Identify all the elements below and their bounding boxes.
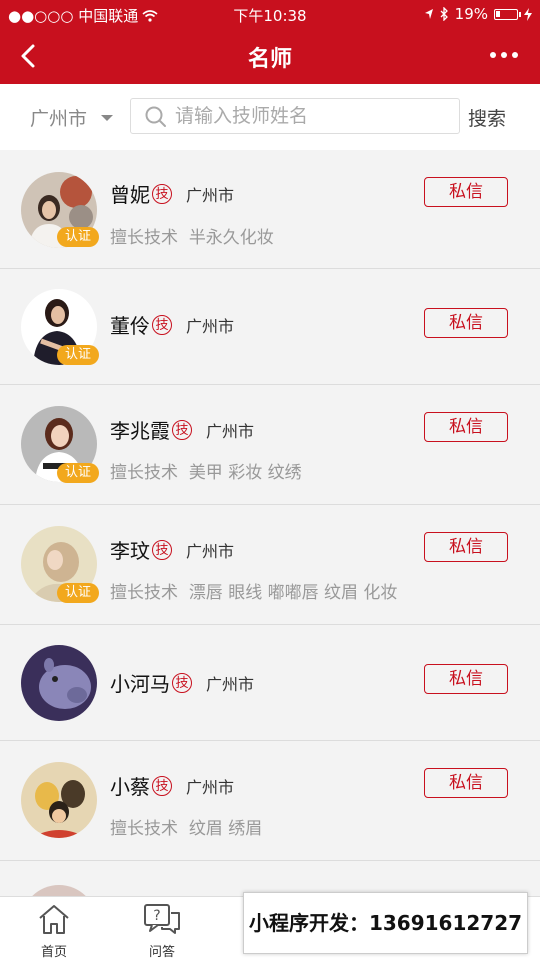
list-item[interactable]: 认证 曾妮 技 广州市 擅长技术 半永久化妆 私信 bbox=[0, 150, 540, 269]
tab-qa-label: 问答 bbox=[148, 945, 175, 960]
city-select[interactable]: 广州市 bbox=[30, 104, 114, 131]
master-city: 广州市 bbox=[186, 541, 235, 561]
tab-qa[interactable]: ? 问答 bbox=[132, 903, 192, 960]
name-line: 小河马 技 广州市 bbox=[110, 668, 254, 697]
battery-icon bbox=[494, 8, 521, 20]
more-button[interactable] bbox=[490, 52, 518, 58]
master-city: 广州市 bbox=[206, 421, 255, 441]
technician-badge: 技 bbox=[152, 775, 172, 796]
certified-badge: 认证 bbox=[57, 227, 99, 247]
status-right: 19% bbox=[424, 5, 532, 23]
page-title: 名师 bbox=[247, 47, 292, 72]
skills-values: 半永久化妆 bbox=[188, 228, 274, 248]
skills-values: 美甲 彩妆 纹绣 bbox=[188, 463, 302, 483]
message-button[interactable]: 私信 bbox=[424, 308, 508, 338]
skills-label: 擅长技术 bbox=[110, 583, 178, 603]
skills-values: 漂唇 眼线 嘟嘟唇 纹眉 化妆 bbox=[188, 583, 398, 603]
list-item[interactable]: 认证 李兆霞 技 广州市 擅长技术 美甲 彩妆 纹绣 私信 bbox=[0, 385, 540, 505]
technician-badge: 技 bbox=[152, 183, 172, 204]
bluetooth-icon bbox=[440, 7, 448, 21]
message-button[interactable]: 私信 bbox=[424, 412, 508, 442]
master-city: 广州市 bbox=[186, 316, 235, 336]
search-button[interactable]: 搜索 bbox=[468, 104, 506, 131]
avatar bbox=[21, 762, 97, 838]
certified-badge: 认证 bbox=[57, 463, 99, 483]
skills-line: 擅长技术 纹眉 绣眉 bbox=[110, 814, 262, 839]
technician-badge: 技 bbox=[172, 419, 192, 440]
home-icon bbox=[39, 905, 69, 934]
avatar-photo bbox=[21, 885, 97, 896]
qa-icon: ? bbox=[144, 904, 180, 934]
technician-badge: 技 bbox=[152, 539, 172, 560]
message-button[interactable]: 私信 bbox=[424, 532, 508, 562]
status-bar: ●●○○○ 中国联通 下午10:38 19% bbox=[0, 0, 540, 28]
certified-badge: 认证 bbox=[57, 345, 99, 365]
list-item[interactable]: 小河马 技 广州市 私信 bbox=[0, 625, 540, 741]
master-city: 广州市 bbox=[206, 674, 255, 694]
more-dot-icon bbox=[490, 52, 496, 58]
message-button[interactable]: 私信 bbox=[424, 664, 508, 694]
more-dot-icon bbox=[512, 52, 518, 58]
technician-badge: 技 bbox=[152, 314, 172, 335]
name-line: 董伶 技 广州市 bbox=[110, 310, 234, 339]
tab-home-label: 首页 bbox=[40, 945, 67, 960]
nav-bar: 名师 bbox=[0, 28, 540, 84]
master-name: 董伶 bbox=[110, 314, 150, 338]
list-item[interactable] bbox=[0, 861, 540, 896]
skills-line: 擅长技术 美甲 彩妆 纹绣 bbox=[110, 458, 302, 483]
search-field bbox=[130, 98, 460, 134]
list-item[interactable]: 小蔡 技 广州市 擅长技术 纹眉 绣眉 私信 bbox=[0, 741, 540, 861]
list-item[interactable]: 认证 董伶 技 广州市 私信 bbox=[0, 269, 540, 385]
avatar-photo bbox=[21, 762, 97, 838]
message-button[interactable]: 私信 bbox=[424, 177, 508, 207]
master-name: 小蔡 bbox=[110, 775, 150, 799]
avatar bbox=[21, 645, 97, 721]
skills-line: 擅长技术 漂唇 眼线 嘟嘟唇 纹眉 化妆 bbox=[110, 578, 397, 603]
tab-home[interactable]: 首页 bbox=[24, 903, 84, 960]
skills-values: 纹眉 绣眉 bbox=[188, 819, 263, 839]
caret-down-icon bbox=[101, 114, 114, 121]
skills-label: 擅长技术 bbox=[110, 228, 178, 248]
master-name: 李玟 bbox=[110, 539, 150, 563]
name-line: 曾妮 技 广州市 bbox=[110, 179, 234, 208]
skills-line: 擅长技术 半永久化妆 bbox=[110, 223, 274, 248]
skills-label: 擅长技术 bbox=[110, 819, 178, 839]
master-list: 认证 曾妮 技 广州市 擅长技术 半永久化妆 私信 认证 董伶 技 广州市 私信… bbox=[0, 150, 540, 896]
name-line: 小蔡 技 广州市 bbox=[110, 771, 234, 800]
master-city: 广州市 bbox=[186, 777, 235, 797]
name-line: 李玟 技 广州市 bbox=[110, 535, 234, 564]
master-city: 广州市 bbox=[186, 185, 235, 205]
list-item[interactable]: 认证 李玟 技 广州市 擅长技术 漂唇 眼线 嘟嘟唇 纹眉 化妆 私信 bbox=[0, 505, 540, 625]
message-button[interactable]: 私信 bbox=[424, 768, 508, 798]
city-select-label: 广州市 bbox=[30, 108, 88, 130]
technician-badge: 技 bbox=[172, 672, 192, 693]
skills-label: 擅长技术 bbox=[110, 463, 178, 483]
promo-banner: 小程序开发：13691612727 bbox=[243, 892, 528, 954]
location-icon bbox=[424, 9, 433, 19]
search-bar: 广州市 搜索 bbox=[0, 84, 540, 150]
certified-badge: 认证 bbox=[57, 583, 99, 603]
master-name: 小河马 bbox=[110, 672, 170, 696]
master-name: 曾妮 bbox=[110, 183, 150, 207]
more-dot-icon bbox=[501, 52, 507, 58]
svg-text:?: ? bbox=[153, 908, 160, 924]
name-line: 李兆霞 技 广州市 bbox=[110, 415, 254, 444]
search-input[interactable] bbox=[175, 99, 451, 133]
search-icon bbox=[145, 106, 166, 127]
battery-percent: 19% bbox=[454, 5, 488, 23]
charging-icon bbox=[524, 7, 532, 21]
avatar bbox=[21, 885, 97, 896]
master-name: 李兆霞 bbox=[110, 419, 170, 443]
avatar-photo bbox=[21, 645, 97, 721]
